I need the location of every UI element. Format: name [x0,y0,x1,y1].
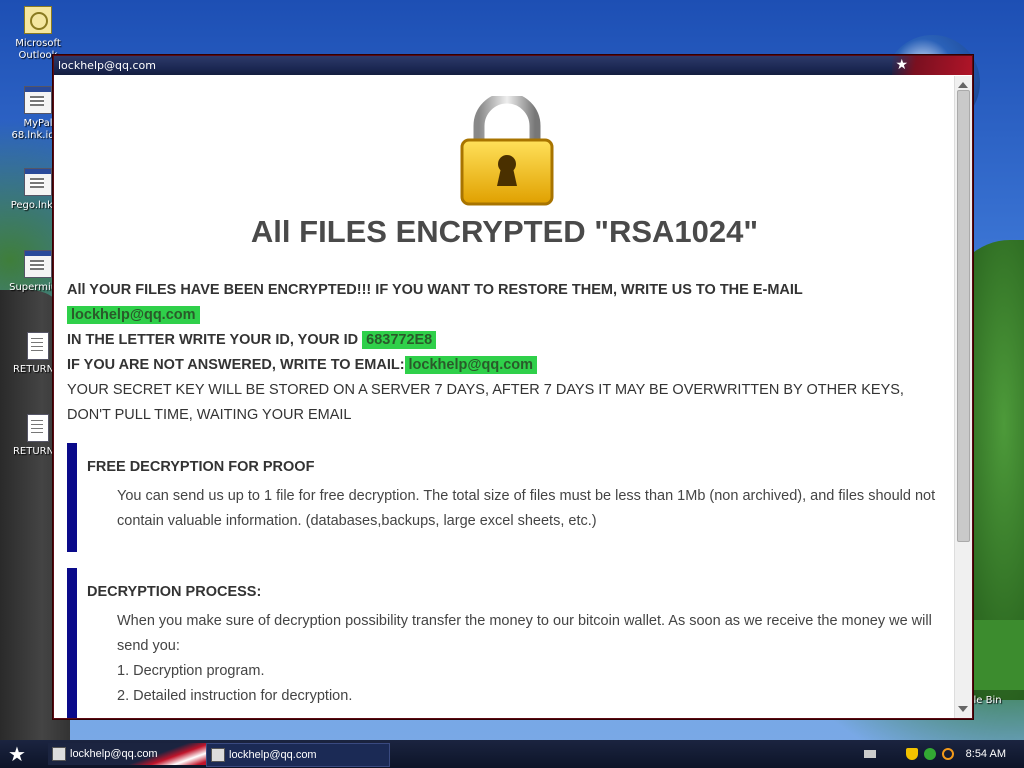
document-icon [27,414,49,442]
taskbar: ★ lockhelp@qq.com lockhelp@qq.com 8:54 A… [0,740,1024,768]
message-line-4: YOUR SECRET KEY WILL BE STORED ON A SERV… [67,382,904,423]
decryption-items-list: 1. Decryption program. 2. Detailed instr… [117,659,937,709]
outlook-icon [24,6,52,34]
email2-highlight: lockhelp@qq.com [404,356,538,374]
shield-icon[interactable] [906,748,918,760]
email-highlight: lockhelp@qq.com [67,306,200,324]
clock[interactable]: 8:54 AM [966,740,1006,768]
system-tray: 8:54 AM [854,740,1024,768]
decryption-process-section: DECRYPTION PROCESS: When you make sure o… [67,568,947,718]
scroll-thumb[interactable] [957,90,970,542]
section-body: You can send us up to 1 file for free de… [117,488,936,529]
window-icon [52,747,66,761]
window-title: lockhelp@qq.com [58,59,156,72]
taskbar-button-label: lockhelp@qq.com [229,749,317,761]
network-icon[interactable] [924,748,936,760]
headline: All FILES ENCRYPTED "RSA1024" [250,214,759,249]
search-icon[interactable] [942,748,954,760]
message-block: All YOUR FILES HAVE BEEN ENCRYPTED!!! IF… [67,278,947,428]
message-line-3: IF YOU ARE NOT ANSWERED, WRITE TO EMAIL: [67,357,405,373]
list-item: 1. Decryption program. [117,663,265,679]
section-body: When you make sure of decryption possibi… [117,613,932,654]
ransom-note-window: lockhelp@qq.com ★ All FILES ENCRYPTED "R… [53,55,973,719]
recycle-bin-label[interactable]: cle Bin [968,695,1002,706]
taskbar-button-1[interactable]: lockhelp@qq.com [48,743,220,765]
ransom-note-content: All FILES ENCRYPTED "RSA1024" All YOUR F… [54,76,955,718]
window-titlebar[interactable]: lockhelp@qq.com ★ [54,56,972,75]
start-star-icon[interactable]: ★ [8,742,26,766]
keyboard-icon[interactable] [864,750,876,758]
user-id-highlight: 683772E8 [362,331,437,349]
document-icon [27,332,49,360]
star-icon: ★ [895,57,908,73]
taskbar-button-2[interactable]: lockhelp@qq.com [206,743,390,767]
desktop-icon-outlook[interactable]: Microsoft Outlook [0,6,76,62]
section-title: DECRYPTION PROCESS: [87,584,262,600]
list-item: 2. Detailed instruction for decryption. [117,688,353,704]
padlock-icon [460,96,554,206]
window-icon [211,748,225,762]
message-line-1: All YOUR FILES HAVE BEEN ENCRYPTED!!! IF… [67,282,803,298]
vertical-scrollbar[interactable] [954,76,972,718]
taskbar-button-label: lockhelp@qq.com [70,748,158,760]
free-decryption-section: FREE DECRYPTION FOR PROOF You can send u… [67,443,947,552]
program-icon [24,250,52,278]
program-icon [24,86,52,114]
scroll-up-icon[interactable] [958,82,968,88]
scroll-down-icon[interactable] [958,706,968,712]
message-line-2: IN THE LETTER WRITE YOUR ID, YOUR ID [67,332,359,348]
program-icon [24,168,52,196]
section-title: FREE DECRYPTION FOR PROOF [87,459,315,475]
